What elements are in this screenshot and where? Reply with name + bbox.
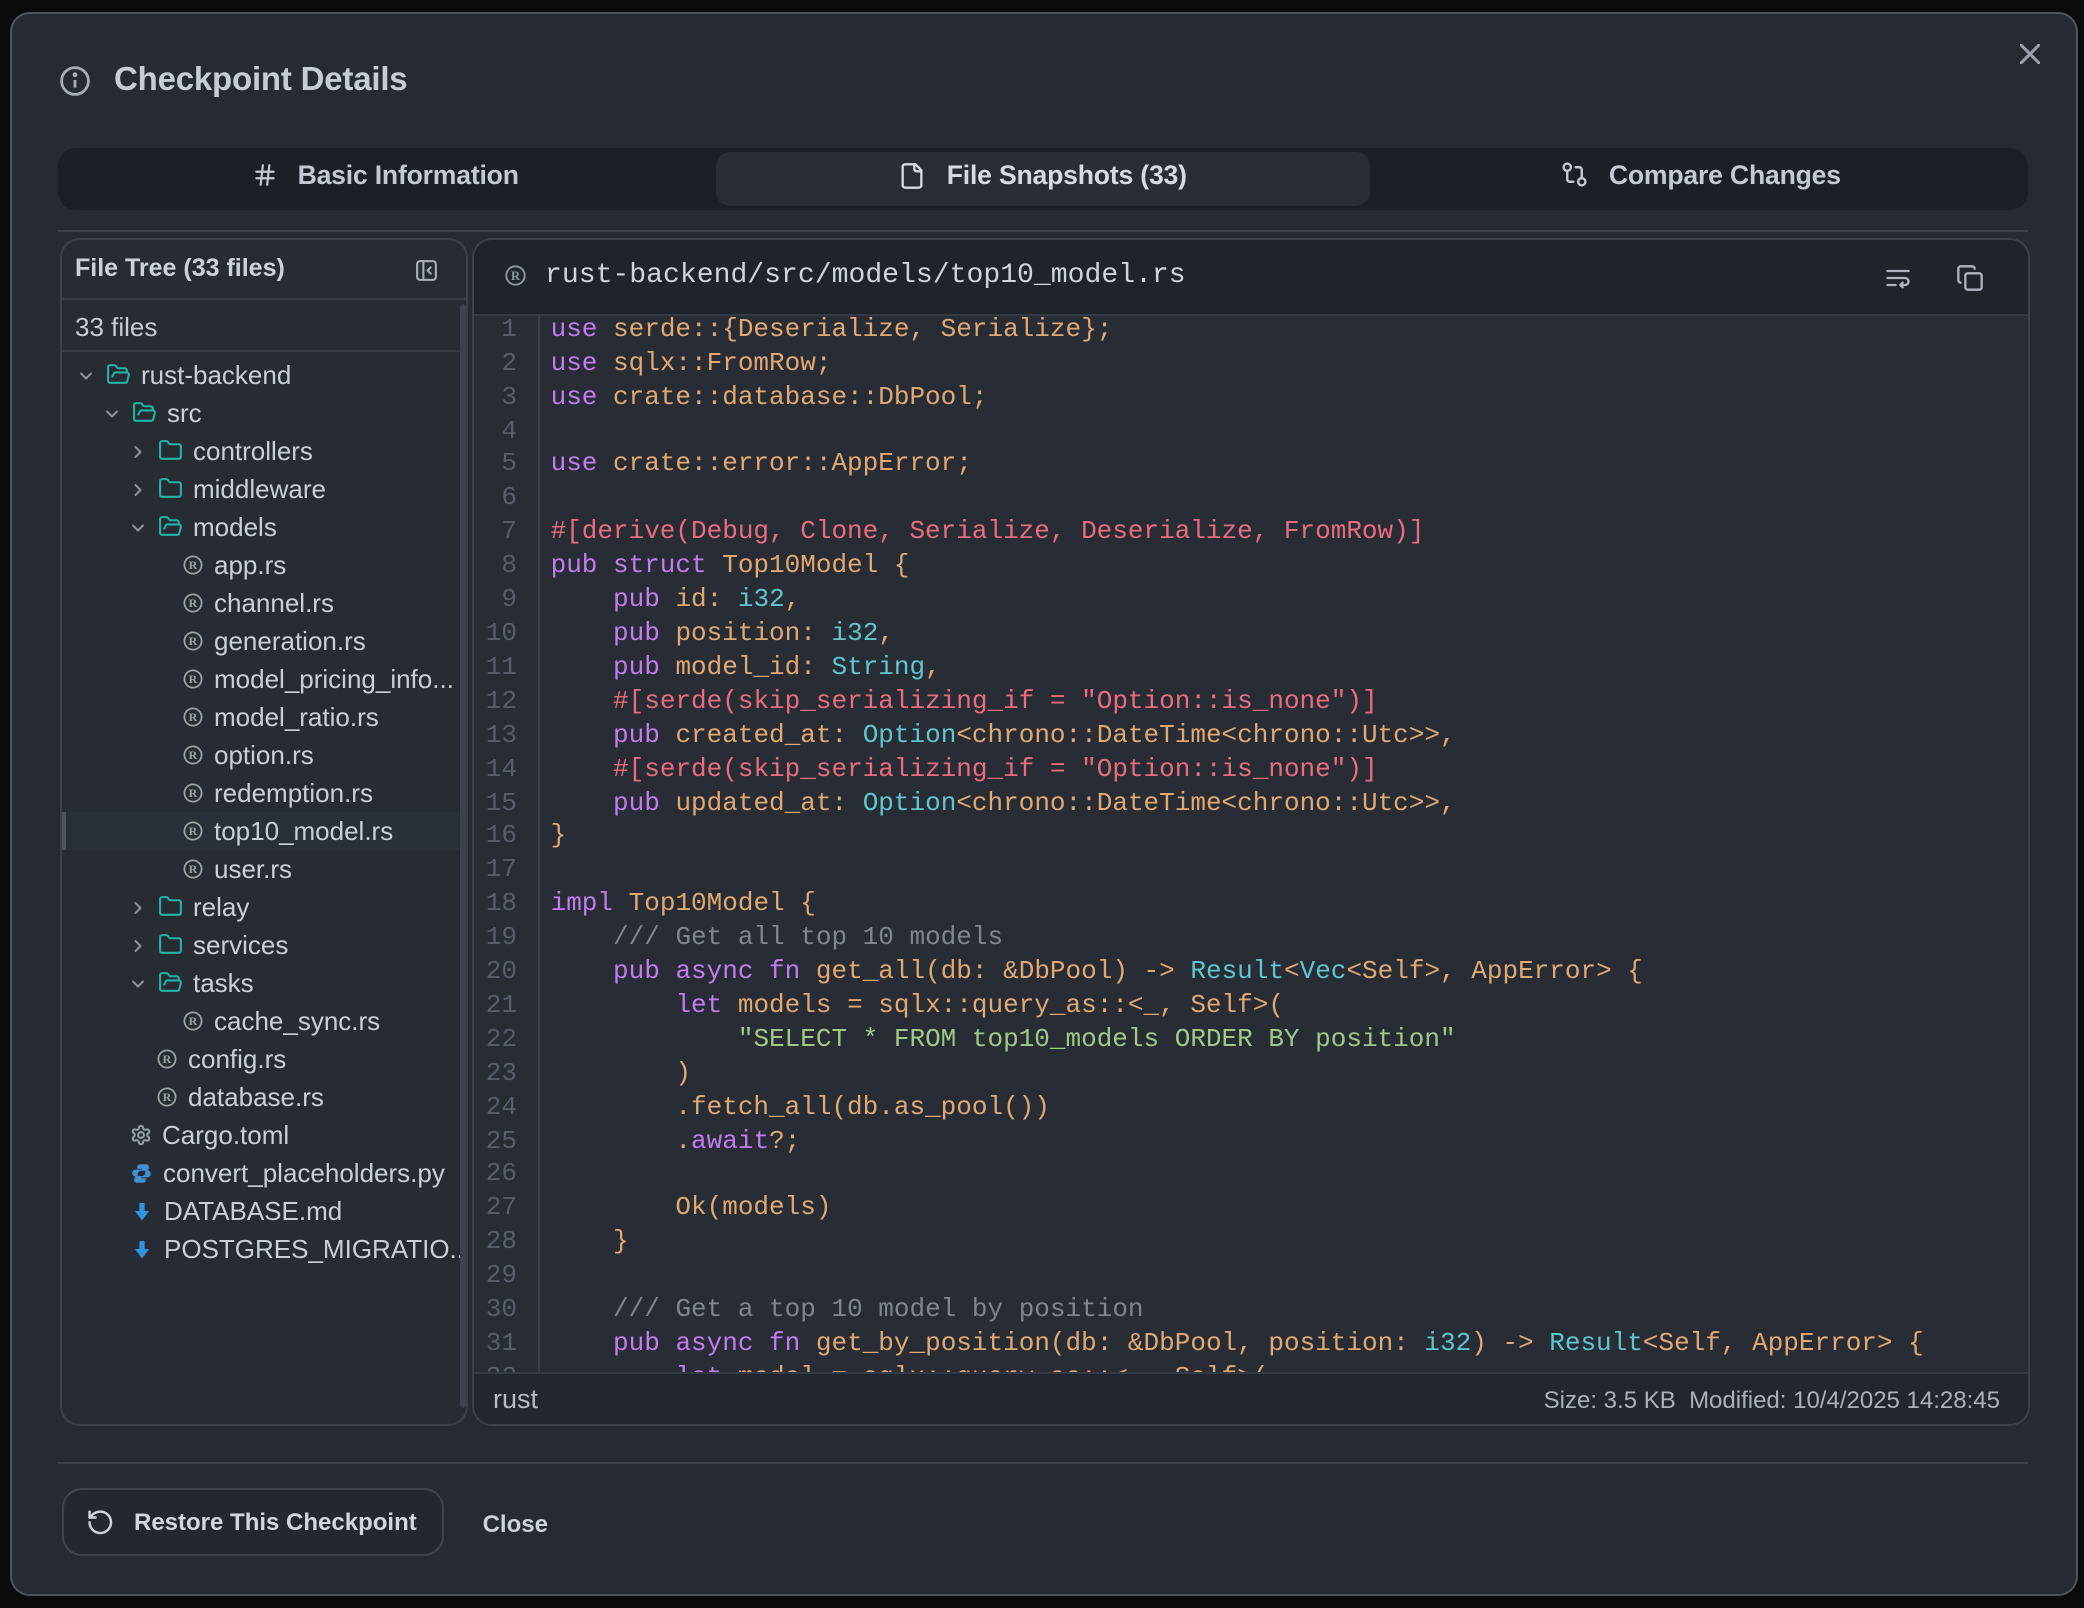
svg-text:R: R (189, 1014, 198, 1028)
svg-text:R: R (163, 1090, 172, 1104)
svg-text:R: R (163, 1052, 172, 1066)
svg-text:R: R (189, 672, 198, 686)
svg-text:R: R (189, 710, 198, 724)
svg-text:R: R (189, 634, 198, 648)
svg-text:R: R (189, 862, 198, 876)
svg-text:R: R (189, 824, 198, 838)
svg-text:R: R (189, 558, 198, 572)
svg-text:R: R (189, 748, 198, 762)
svg-text:R: R (511, 268, 521, 282)
svg-text:R: R (189, 596, 198, 610)
svg-text:R: R (189, 786, 198, 800)
